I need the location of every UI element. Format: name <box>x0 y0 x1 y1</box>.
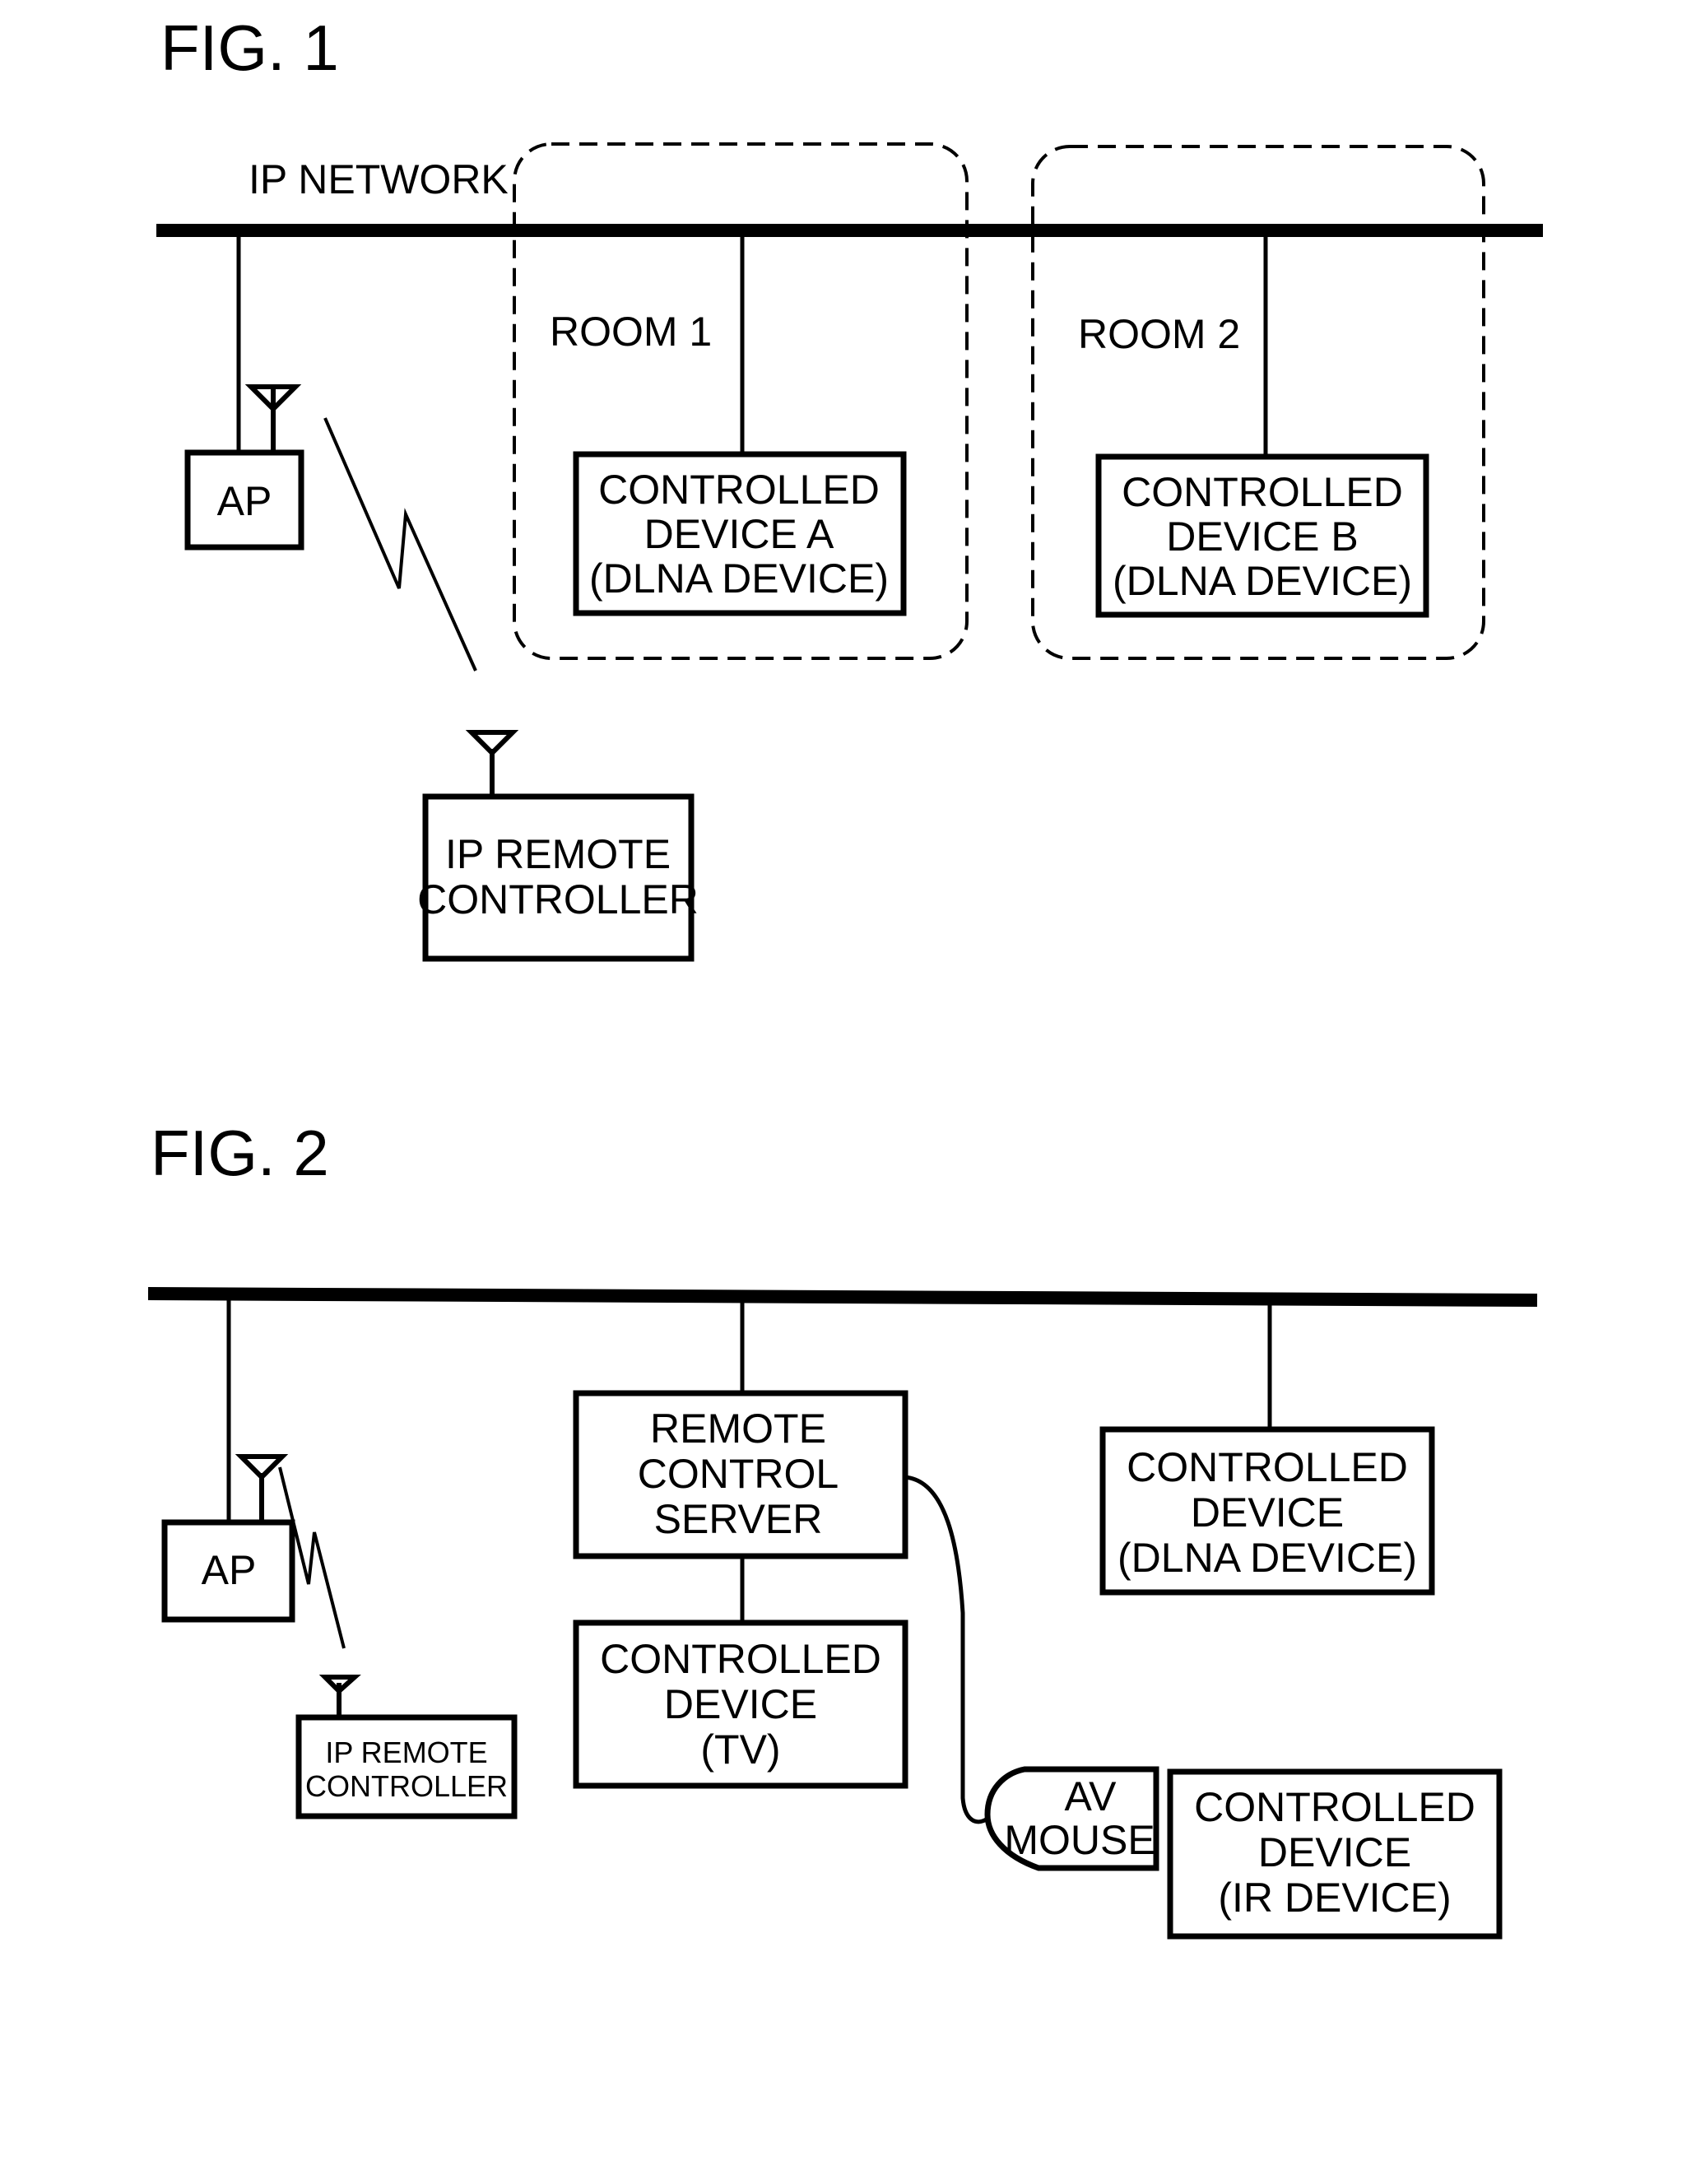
fig2-controlled-device-dlna: CONTROLLED DEVICE (DLNA DEVICE) <box>1099 1426 1435 1596</box>
fig2-controlled-device-ir: CONTROLLED DEVICE (IR DEVICE) <box>1167 1768 1503 1940</box>
dlna-line-3: (DLNA DEVICE) <box>1117 1535 1417 1581</box>
figure-2: FIG. 2 AP REMOTE CONTROL SERVER CONTROLL… <box>147 1117 1538 1940</box>
fig2-remote-control-server: REMOTE CONTROL SERVER <box>573 1390 908 1559</box>
fig1-controlled-device-b: CONTROLLED DEVICE B (DLNA DEVICE) <box>1095 453 1429 618</box>
device-a-line-3: (DLNA DEVICE) <box>589 555 889 602</box>
tv-line-2: DEVICE <box>664 1681 817 1727</box>
remote-line-1: IP REMOTE <box>325 1736 487 1769</box>
tv-line-3: (TV) <box>700 1726 780 1773</box>
room-1-label: ROOM 1 <box>550 309 712 355</box>
fig2-ap-node: AP <box>161 1519 295 1623</box>
ir-line-1: CONTROLLED <box>1194 1784 1475 1830</box>
av-mouse-line-1: AV <box>1065 1773 1117 1819</box>
ap-antenna-icon <box>235 1454 289 1522</box>
remote-antenna-icon <box>318 1675 361 1717</box>
room-2-label: ROOM 2 <box>1078 311 1240 357</box>
remote-line-2: CONTROLLER <box>305 1769 508 1803</box>
server-line-3: SERVER <box>654 1496 823 1542</box>
fig2-ip-remote-controller: IP REMOTE CONTROLLER <box>295 1714 518 1819</box>
server-line-2: CONTROL <box>638 1451 839 1497</box>
device-b-line-1: CONTROLLED <box>1122 469 1403 515</box>
av-mouse-line-2: MOUSE <box>1004 1817 1155 1863</box>
av-mouse-cable <box>904 1475 989 1824</box>
network-bus <box>147 1287 1538 1307</box>
device-a-line-1: CONTROLLED <box>598 467 880 513</box>
ir-line-3: (IR DEVICE) <box>1218 1875 1451 1921</box>
figure-1: FIG. 1 IP NETWORK ROOM 1 ROOM 2 AP CONTR… <box>156 12 1543 962</box>
patent-drawing-sheet: FIG. 1 IP NETWORK ROOM 1 ROOM 2 AP CONTR… <box>147 12 1543 1940</box>
wireless-link-icon <box>323 417 477 671</box>
ir-line-2: DEVICE <box>1258 1829 1411 1875</box>
ip-network-label: IP NETWORK <box>249 156 509 202</box>
device-b-line-2: DEVICE B <box>1166 513 1358 560</box>
ap-antenna-icon <box>244 384 302 453</box>
fig2-av-mouse: AV MOUSE <box>984 1766 1159 1871</box>
fig1-ap-node: AP <box>184 449 304 551</box>
tv-line-1: CONTROLLED <box>600 1636 881 1682</box>
fig2-controlled-device-tv: CONTROLLED DEVICE (TV) <box>573 1619 908 1789</box>
remote-line-2: CONTROLLER <box>417 876 699 922</box>
remote-line-1: IP REMOTE <box>445 831 671 877</box>
fig1-controlled-device-a: CONTROLLED DEVICE A (DLNA DEVICE) <box>573 451 907 616</box>
server-line-1: REMOTE <box>650 1406 826 1452</box>
device-b-line-3: (DLNA DEVICE) <box>1113 558 1412 604</box>
fig1-ip-remote-controller: IP REMOTE CONTROLLER <box>417 793 699 962</box>
dlna-line-1: CONTROLLED <box>1127 1444 1408 1490</box>
figure-2-title: FIG. 2 <box>151 1117 329 1189</box>
figure-1-title: FIG. 1 <box>160 12 339 84</box>
ap-label: AP <box>217 478 272 524</box>
remote-antenna-icon <box>465 730 519 797</box>
device-a-line-2: DEVICE A <box>644 511 834 557</box>
ap-label: AP <box>202 1547 257 1593</box>
dlna-line-2: DEVICE <box>1191 1489 1344 1536</box>
